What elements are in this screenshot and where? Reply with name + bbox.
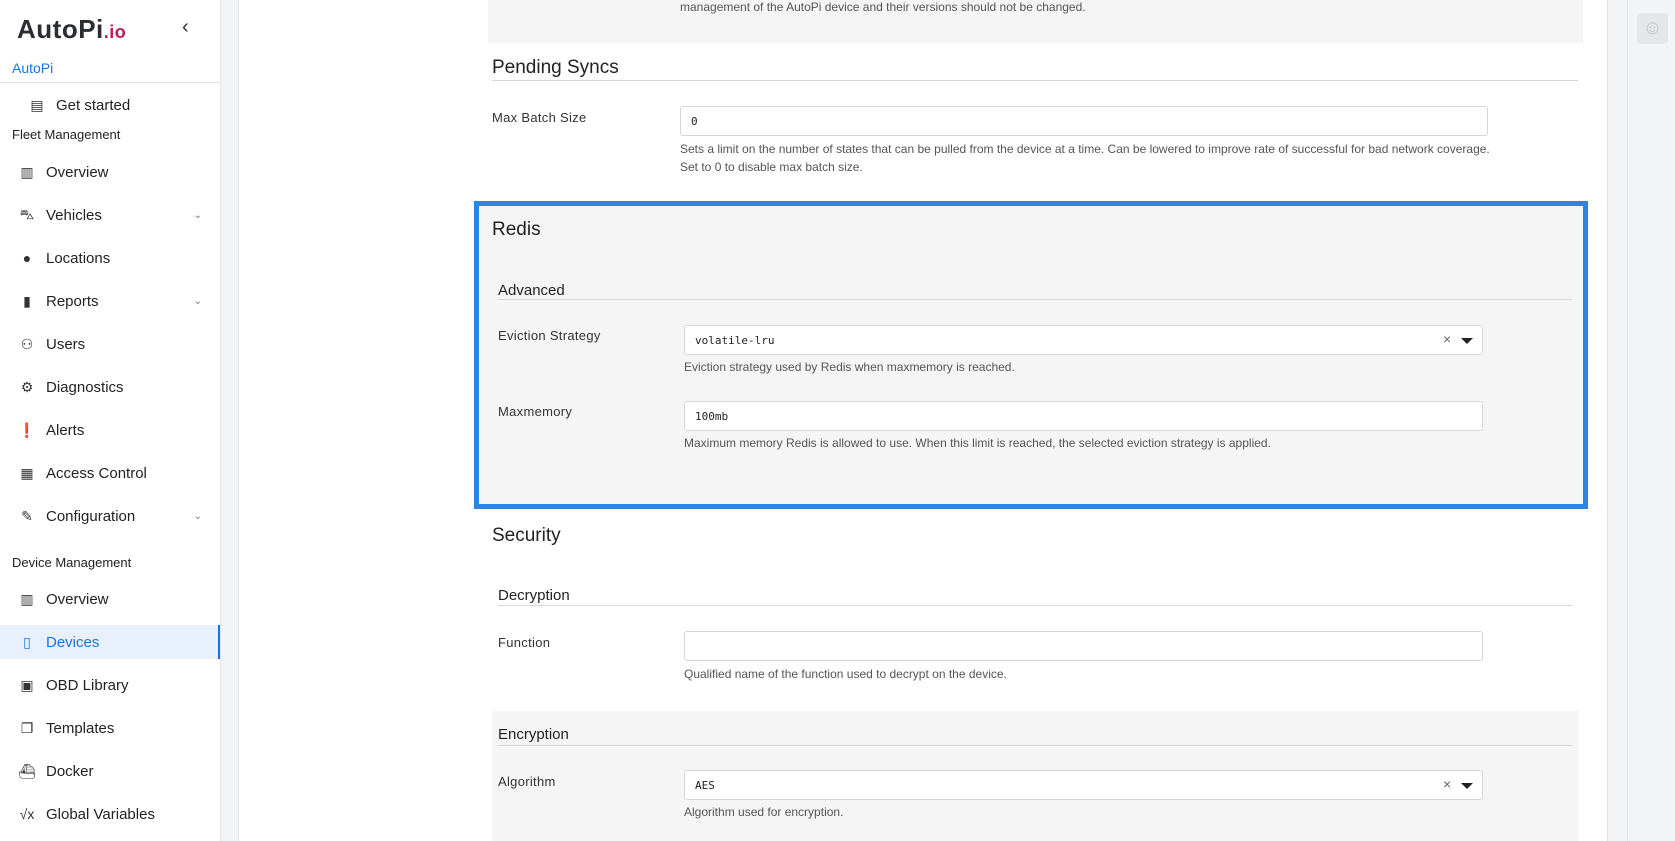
- templates-icon: ❐: [20, 719, 34, 736]
- sidebar-item-label: Templates: [46, 719, 115, 737]
- caret-down-icon[interactable]: [1461, 783, 1473, 789]
- sidebar-item-label: Get started: [56, 96, 131, 114]
- algorithm-help: Algorithm used for encryption.: [684, 805, 844, 819]
- eviction-strategy-help: Eviction strategy used by Redis when max…: [684, 360, 1015, 374]
- sidebar-item-label: Devices: [46, 633, 100, 651]
- encryption-subtitle: Encryption: [498, 726, 569, 743]
- org-name[interactable]: AutoPi: [12, 60, 53, 76]
- max-batch-size-help-2: Set to 0 to disable max batch size.: [680, 160, 863, 174]
- sidebar-item-label: Alerts: [46, 421, 85, 439]
- clear-icon[interactable]: ×: [1443, 331, 1451, 347]
- users-icon: ⚇: [20, 335, 34, 352]
- sidebar-item-label: Global Variables: [46, 805, 155, 823]
- avatar[interactable]: ☺: [1637, 13, 1668, 44]
- sidebar-item-label: Locations: [46, 249, 111, 267]
- security-title: Security: [492, 525, 561, 546]
- function-help: Qualified name of the function used to d…: [684, 667, 1007, 681]
- chevron-down-icon: ⌄: [193, 510, 202, 522]
- sidebar-item-overview[interactable]: ▥ Overview: [0, 155, 220, 189]
- sidebar-item-device-overview[interactable]: ▥ Overview: [0, 582, 220, 616]
- sidebar-item-vehicles[interactable]: ⛍ Vehicles ⌄: [0, 198, 220, 232]
- sidebar-item-devices[interactable]: ▯ Devices: [0, 625, 220, 659]
- sidebar-item-label: Overview: [46, 590, 109, 608]
- sidebar-item-label: Vehicles: [46, 206, 102, 224]
- algorithm-select[interactable]: AES: [684, 770, 1483, 800]
- sidebar-item-label: OBD Library: [46, 676, 129, 694]
- car-icon: ⛍: [19, 205, 35, 222]
- devices-icon: ▯: [23, 633, 31, 650]
- maxmemory-help: Maximum memory Redis is allowed to use. …: [684, 436, 1271, 450]
- fleet-management-heading: Fleet Management: [12, 127, 121, 142]
- pending-syncs-title: Pending Syncs: [492, 57, 619, 78]
- redis-section: [474, 201, 1588, 509]
- sidebar-item-reports[interactable]: ▮ Reports ⌄: [0, 284, 220, 318]
- sidebar-item-get-started[interactable]: ▤ Get started: [0, 88, 220, 122]
- sidebar: AutoPi.io ‹ AutoPi ▤ Get started Fleet M…: [0, 0, 221, 841]
- chevron-down-icon: ⌄: [193, 209, 202, 221]
- sidebar-item-label: Users: [46, 335, 86, 353]
- sidebar-item-locations[interactable]: ● Locations: [0, 241, 220, 275]
- sidebar-item-access-control[interactable]: ▦ Access Control: [0, 456, 220, 490]
- max-batch-size-help: Sets a limit on the number of states tha…: [680, 142, 1490, 156]
- sidebar-item-obd-library[interactable]: ▣ OBD Library: [0, 668, 220, 702]
- right-strip: [1627, 0, 1675, 841]
- chevron-down-icon: ⌄: [193, 295, 202, 307]
- advanced-subtitle: Advanced: [498, 282, 565, 299]
- algorithm-label: Algorithm: [498, 774, 556, 789]
- sidebar-item-label: Diagnostics: [46, 378, 124, 396]
- access-icon: ▦: [20, 464, 34, 481]
- document-icon: ▮: [23, 292, 31, 309]
- decryption-subtitle: Decryption: [498, 587, 570, 604]
- maxmemory-input[interactable]: 100mb: [684, 401, 1483, 431]
- wrench-icon: ✎: [21, 507, 33, 524]
- redis-title: Redis: [492, 219, 541, 240]
- sidebar-item-docker[interactable]: ⛴ Docker: [0, 754, 220, 788]
- pin-icon: ●: [22, 250, 32, 266]
- function-input[interactable]: [684, 631, 1483, 661]
- eviction-strategy-label: Eviction Strategy: [498, 328, 601, 343]
- sqrt-icon: √x: [19, 806, 35, 822]
- max-batch-size-label: Max Batch Size: [492, 110, 587, 125]
- divider: [498, 745, 1572, 746]
- eviction-strategy-select[interactable]: volatile-lru: [684, 325, 1483, 355]
- sidebar-item-label: Docker: [46, 762, 94, 780]
- divider: [492, 80, 1578, 81]
- sidebar-item-configuration[interactable]: ✎ Configuration ⌄: [0, 499, 220, 533]
- function-label: Function: [498, 635, 551, 650]
- book-icon: ▣: [20, 676, 34, 693]
- device-management-heading: Device Management: [12, 555, 132, 570]
- chart-icon: ▥: [20, 590, 34, 607]
- maxmemory-label: Maxmemory: [498, 404, 573, 419]
- chart-icon: ▥: [20, 163, 34, 180]
- divider: [498, 605, 1572, 606]
- clear-icon[interactable]: ×: [1443, 776, 1451, 792]
- alert-icon: ❗: [18, 421, 36, 438]
- diagnostics-icon: ⚙: [20, 378, 34, 395]
- chevron-left-icon[interactable]: ‹: [182, 16, 189, 39]
- sidebar-item-label: Configuration: [46, 507, 136, 525]
- sidebar-item-global-variables[interactable]: √x Global Variables: [0, 797, 220, 831]
- sidebar-item-label: Overview: [46, 163, 109, 181]
- sidebar-item-diagnostics[interactable]: ⚙ Diagnostics: [0, 370, 220, 404]
- sidebar-item-label: Access Control: [46, 464, 147, 482]
- divider: [498, 299, 1572, 300]
- autopi-logo[interactable]: AutoPi.io: [17, 14, 126, 45]
- sidebar-item-alerts[interactable]: ❗ Alerts: [0, 413, 220, 447]
- sidebar-item-templates[interactable]: ❐ Templates: [0, 711, 220, 745]
- caret-down-icon[interactable]: [1461, 338, 1473, 344]
- docker-icon: ⛴: [18, 762, 36, 779]
- sidebar-item-users[interactable]: ⚇ Users: [0, 327, 220, 361]
- previous-section-help: management of the AutoPi device and thei…: [680, 0, 1086, 14]
- sidebar-item-label: Reports: [46, 292, 99, 310]
- book-open-icon: ▤: [30, 96, 44, 113]
- max-batch-size-input[interactable]: 0: [680, 106, 1488, 136]
- divider: [0, 82, 221, 83]
